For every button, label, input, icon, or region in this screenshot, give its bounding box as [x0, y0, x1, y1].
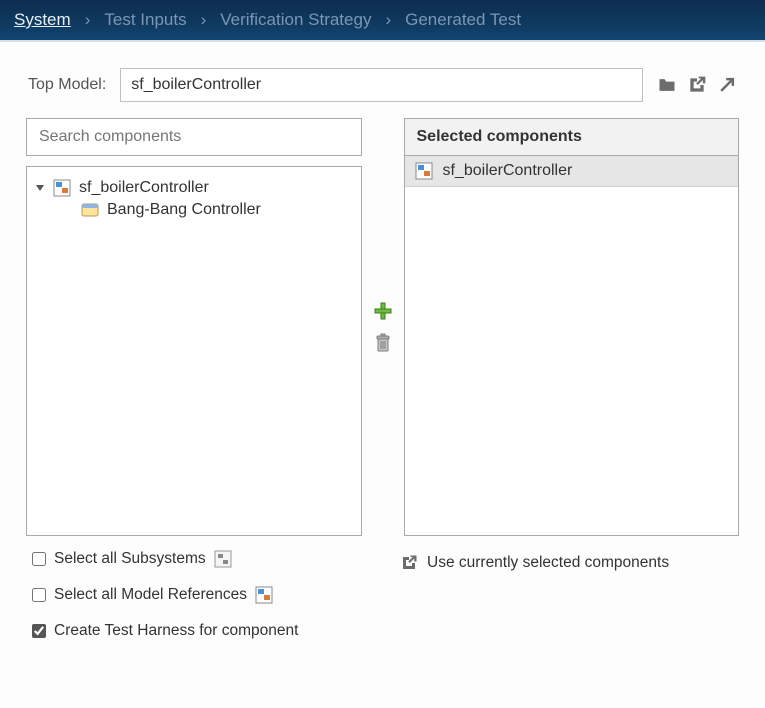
breadcrumb-sep: › — [85, 10, 91, 30]
search-input[interactable] — [26, 118, 362, 156]
add-remove-controls — [362, 118, 404, 536]
select-all-modelrefs-row[interactable]: Select all Model References — [32, 586, 399, 604]
selected-item[interactable]: sf_boilerController — [405, 156, 739, 187]
selected-components-panel: Selected components sf_boilerController — [404, 118, 740, 536]
create-harness-row[interactable]: Create Test Harness for component — [32, 622, 399, 640]
component-panels: sf_boilerController Bang-Bang Controller — [0, 112, 765, 536]
select-all-subsystems-label: Select all Subsystems — [54, 550, 206, 568]
select-all-modelrefs-label: Select all Model References — [54, 586, 247, 604]
model-file-icon — [53, 179, 71, 197]
crumb-generated-test[interactable]: Generated Test — [405, 10, 521, 30]
tree-child-node[interactable]: Bang-Bang Controller — [35, 199, 353, 221]
breadcrumb: System › Test Inputs › Verification Stra… — [0, 0, 765, 42]
crumb-verification-strategy[interactable]: Verification Strategy — [220, 10, 371, 30]
breadcrumb-sep: › — [201, 10, 207, 30]
selected-item-label: sf_boilerController — [443, 162, 573, 180]
subsystem-type-icon — [214, 550, 232, 568]
use-current-icon — [399, 554, 419, 572]
top-model-tools — [657, 75, 737, 95]
select-all-subsystems-row[interactable]: Select all Subsystems — [32, 550, 399, 568]
component-tree[interactable]: sf_boilerController Bang-Bang Controller — [26, 166, 362, 536]
selected-components-header: Selected components — [404, 118, 740, 156]
create-harness-checkbox[interactable] — [32, 624, 46, 638]
tree-node-label: Bang-Bang Controller — [107, 201, 261, 219]
collapse-triangle-icon[interactable] — [35, 183, 45, 193]
tree-node-label: sf_boilerController — [79, 179, 209, 197]
top-model-row: Top Model: — [0, 42, 765, 112]
breadcrumb-sep: › — [385, 10, 391, 30]
top-model-input[interactable] — [120, 68, 643, 102]
use-currently-selected-label: Use currently selected components — [427, 554, 669, 572]
select-all-subsystems-checkbox[interactable] — [32, 552, 46, 566]
tree-root-node[interactable]: sf_boilerController — [35, 177, 353, 199]
use-current-icon[interactable] — [687, 75, 707, 95]
open-folder-icon[interactable] — [657, 75, 677, 95]
crumb-system[interactable]: System — [14, 10, 71, 30]
use-currently-selected-button[interactable]: Use currently selected components — [399, 550, 739, 572]
add-icon[interactable] — [373, 301, 393, 321]
subsystem-icon — [81, 201, 99, 219]
crumb-test-inputs[interactable]: Test Inputs — [104, 10, 186, 30]
available-components-panel: sf_boilerController Bang-Bang Controller — [26, 118, 362, 536]
model-file-icon — [415, 162, 433, 180]
options-area: Select all Subsystems Select all Model R… — [0, 536, 765, 640]
select-all-modelrefs-checkbox[interactable] — [32, 588, 46, 602]
top-model-label: Top Model: — [28, 76, 106, 94]
selected-components-list[interactable]: sf_boilerController — [404, 156, 740, 536]
create-harness-label: Create Test Harness for component — [54, 622, 298, 640]
model-ref-icon — [255, 586, 273, 604]
open-model-icon[interactable] — [717, 75, 737, 95]
trash-icon[interactable] — [373, 333, 393, 353]
